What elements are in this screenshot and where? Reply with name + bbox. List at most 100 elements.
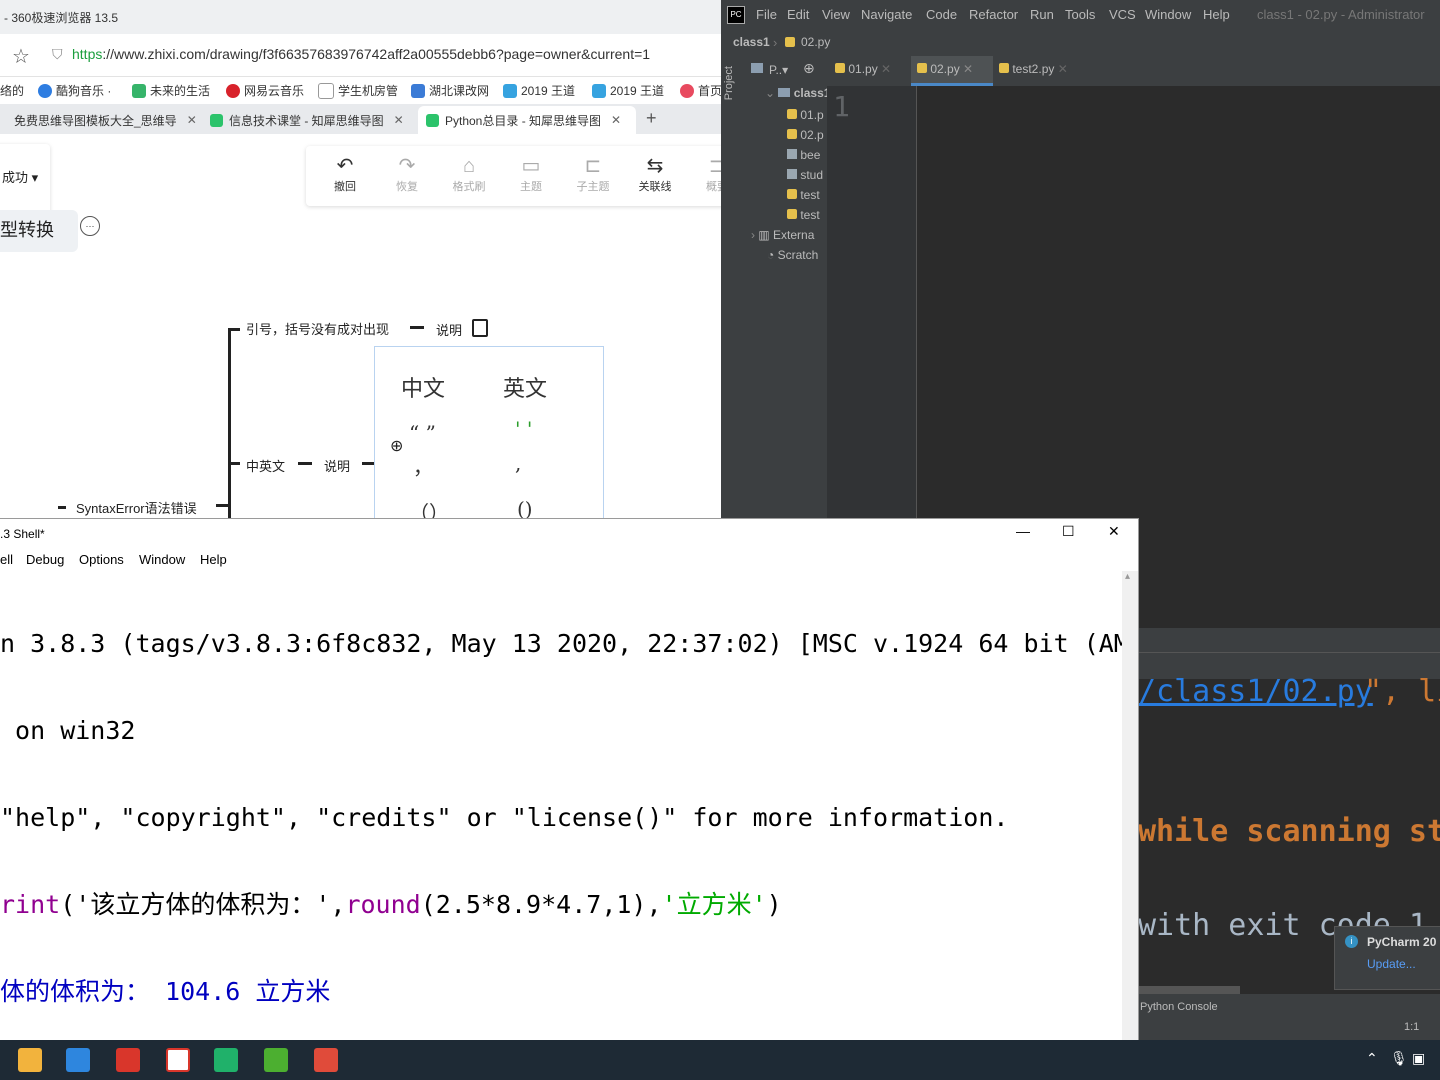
shell-title: .3 Shell* <box>0 527 45 541</box>
close-tab-icon[interactable]: ✕ <box>394 113 404 127</box>
note-icon[interactable] <box>472 319 488 337</box>
scroll-up-icon[interactable]: ▴ <box>1125 571 1130 582</box>
more-icon[interactable]: ··· <box>80 216 100 236</box>
feishu-icon[interactable] <box>66 1048 90 1072</box>
tree-item[interactable]: 02.p <box>787 128 824 142</box>
tray-icon[interactable]: ▣ <box>1412 1050 1425 1067</box>
bookmark-item[interactable]: 首页 <box>680 82 721 99</box>
editor-tab[interactable]: test2.py ✕ <box>999 62 1068 76</box>
undo-button[interactable]: ↶ 撤回 <box>322 154 368 194</box>
traceback-tail: ", li <box>1364 674 1440 709</box>
cursor-position[interactable]: 1:1 <box>1404 1021 1419 1033</box>
menu-refactor[interactable]: Refactor <box>969 7 1018 22</box>
bookmark-item[interactable]: 湖北课改网 <box>411 82 489 99</box>
status-dropdown[interactable]: 成功 ▾ <box>2 167 38 186</box>
project-view-dropdown[interactable]: P..▾ <box>769 63 788 77</box>
summary-button[interactable]: ⊐概要 <box>694 154 721 194</box>
maximize-button[interactable]: ☐ <box>1062 523 1075 540</box>
subtopic-button[interactable]: ⊏ 子主题 <box>570 154 616 194</box>
breadcrumb-project[interactable]: class1 <box>733 35 770 49</box>
camtasia-green-icon[interactable] <box>264 1048 288 1072</box>
tree-item[interactable]: bee <box>787 148 820 162</box>
traceback-link[interactable]: /class1/02.py <box>1138 674 1373 709</box>
node-quote[interactable]: 引号，括号没有成对出现 <box>246 319 389 338</box>
shell-text-area[interactable]: n 3.8.3 (tags/v3.8.3:6f8c832, May 13 202… <box>0 571 1122 1041</box>
locate-icon[interactable]: ⊕ <box>803 60 815 77</box>
screen-recorder-icon[interactable] <box>166 1048 190 1072</box>
zhixi-icon <box>426 113 439 127</box>
menu-run[interactable]: Run <box>1030 7 1054 22</box>
close-button[interactable]: ✕ <box>1108 523 1120 540</box>
browser-tab-active[interactable]: Python总目录 - 知犀思维导图 ✕ <box>418 106 636 134</box>
url-field[interactable]: https://www.zhixi.com/drawing/f3f6635768… <box>72 46 721 72</box>
close-tab-icon[interactable]: ✕ <box>611 113 621 127</box>
update-link[interactable]: Update... <box>1367 957 1416 971</box>
vertical-scrollbar[interactable]: ▴ <box>1122 571 1138 1041</box>
star-icon[interactable]: ☆ <box>12 44 30 69</box>
menu-tools[interactable]: Tools <box>1065 7 1095 22</box>
tree-item[interactable]: stud <box>787 168 823 182</box>
chevron-up-icon[interactable]: ⌃ <box>1366 1050 1378 1067</box>
bookmark-item[interactable]: 未来的生活 <box>132 82 210 99</box>
camtasia-red-icon[interactable] <box>314 1048 338 1072</box>
bookmark-item[interactable]: 2019 王道 <box>503 82 575 99</box>
browser-tab[interactable]: 免费思维导图模板大全_思维导 ✕ <box>0 106 200 134</box>
bookmark-item[interactable]: 网易云音乐 <box>226 82 304 99</box>
close-tab-icon[interactable]: ✕ <box>187 113 197 127</box>
menu-window[interactable]: Window <box>139 552 185 567</box>
editor-tab[interactable]: 01.py ✕ <box>835 62 891 76</box>
node-syntax-error[interactable]: SyntaxError语法错误 <box>76 498 197 517</box>
menu-debug[interactable]: Debug <box>26 552 64 567</box>
redo-button[interactable]: ↷ 恢复 <box>384 154 430 194</box>
menu-help[interactable]: Help <box>200 552 227 567</box>
project-tool-tab[interactable]: Project <box>723 66 735 100</box>
menu-navigate[interactable]: Navigate <box>861 7 912 22</box>
notification-popup[interactable]: i PyCharm 20 Update... <box>1334 926 1440 990</box>
minimize-button[interactable]: — <box>1016 523 1030 539</box>
topic-button[interactable]: ▭ 主题 <box>508 154 554 194</box>
python-file-icon <box>999 63 1009 73</box>
connector-line <box>228 328 240 331</box>
menu-vcs[interactable]: VCS <box>1109 7 1136 22</box>
file-explorer-icon[interactable] <box>18 1048 42 1072</box>
shell-menu-bar: ell Debug Options Window Help <box>0 549 1138 571</box>
python-console-tab[interactable]: Python Console <box>1140 1001 1218 1013</box>
python-file-icon <box>917 63 927 73</box>
menu-edit[interactable]: Edit <box>787 7 809 22</box>
wps-icon[interactable] <box>116 1048 140 1072</box>
bookmark-item[interactable]: 酷狗音乐 · <box>38 82 111 99</box>
app-icon[interactable] <box>214 1048 238 1072</box>
format-painter-button[interactable]: ⌂ 格式刷 <box>446 154 492 194</box>
new-tab-button[interactable]: + <box>646 108 657 129</box>
menu-options[interactable]: Options <box>79 552 124 567</box>
bookmark-item[interactable]: 2019 王道 <box>592 82 664 99</box>
node-quote-note[interactable]: 说明 <box>436 320 462 339</box>
editor-tab-active[interactable]: 02.py ✕ <box>911 56 993 86</box>
tree-item[interactable]: test <box>787 188 820 202</box>
line-gutter: 1 <box>827 86 917 520</box>
tree-item[interactable]: test <box>787 208 820 222</box>
tree-item[interactable]: ◔ Scratch <box>767 248 818 262</box>
horizontal-scrollbar[interactable] <box>1138 986 1240 994</box>
menu-view[interactable]: View <box>822 7 850 22</box>
menu-window[interactable]: Window <box>1145 7 1191 22</box>
editor-tabs: 01.py ✕ 02.py ✕ test2.py ✕ <box>827 56 1440 86</box>
node-cn-en-note[interactable]: 说明 <box>324 456 350 475</box>
tree-item[interactable]: › ▥ Externa <box>751 228 814 242</box>
bookmark-item[interactable]: 络的 <box>0 82 24 99</box>
menu-help[interactable]: Help <box>1203 7 1230 22</box>
root-node[interactable]: 型转换 <box>0 216 54 242</box>
menu-code[interactable]: Code <box>926 7 957 22</box>
code-editor[interactable] <box>917 86 1440 520</box>
menu-file[interactable]: File <box>756 7 777 22</box>
menu-shell[interactable]: ell <box>0 552 13 567</box>
tree-item[interactable]: ⌄ class1 <box>765 86 827 100</box>
pycharm-window: PC File Edit View Navigate Code Refactor… <box>721 0 1440 520</box>
node-cn-en[interactable]: 中英文 <box>246 456 285 475</box>
bookmark-item[interactable]: 学生机房管 <box>318 82 398 99</box>
relation-line-button[interactable]: ⇆ 关联线 <box>632 154 678 194</box>
breadcrumb-file[interactable]: 02.py <box>801 35 830 49</box>
microphone-icon[interactable]: 🎙︎ <box>1390 1050 1408 1067</box>
tree-item[interactable]: 01.p <box>787 108 824 122</box>
browser-tab[interactable]: 信息技术课堂 - 知犀思维导图 ✕ <box>202 106 416 134</box>
